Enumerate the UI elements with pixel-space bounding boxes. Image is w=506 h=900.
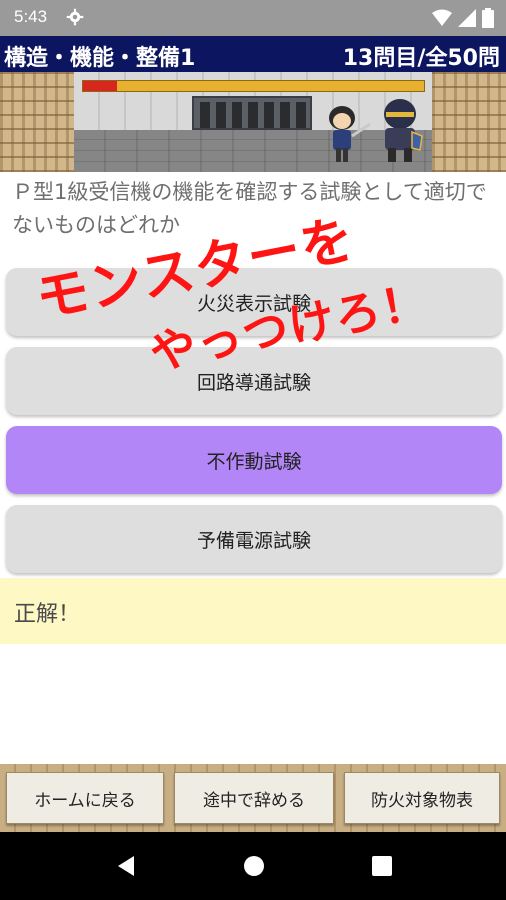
status-time: 5:43 bbox=[14, 7, 48, 26]
status-bar: 5:43 bbox=[0, 0, 506, 36]
question-text: Ｐ型1級受信機の機能を確認する試験として適切でないものはどれか bbox=[12, 180, 487, 237]
quiz-header: 構造・機能・整備1 13問目/全50問 bbox=[0, 36, 506, 72]
monster-hp-fill bbox=[83, 81, 118, 91]
result-panel: 正解！ bbox=[0, 578, 506, 644]
battle-scene bbox=[0, 72, 506, 172]
choice-2-button[interactable]: 回路導通試験 bbox=[6, 347, 502, 415]
wifi-icon bbox=[432, 9, 452, 26]
monster-hp-bar bbox=[82, 80, 425, 92]
choice-3-button[interactable]: 不作動試験 bbox=[6, 426, 502, 494]
category-title: 構造・機能・整備1 bbox=[4, 46, 196, 71]
hieroglyph-wall-right bbox=[432, 72, 506, 172]
hero-character-icon bbox=[329, 106, 371, 162]
choice-1-button[interactable]: 火災表示試験 bbox=[6, 268, 502, 336]
app-screen: 5:43 構造・機能・整備1 13問目/全50問 Ｐ型1級受信機の機能を確認する… bbox=[0, 0, 506, 900]
monster-knight-icon bbox=[384, 99, 423, 162]
result-text: 正解！ bbox=[14, 602, 81, 627]
system-nav-bar bbox=[0, 832, 506, 900]
question-progress: 13問目/全50問 bbox=[342, 46, 500, 71]
settings-gear-icon bbox=[66, 8, 84, 26]
choice-4-button[interactable]: 予備電源試験 bbox=[6, 505, 502, 573]
status-indicators bbox=[432, 8, 494, 28]
dungeon-gate bbox=[192, 96, 312, 130]
home-circle-icon[interactable] bbox=[242, 854, 266, 878]
home-button[interactable]: ホームに戻る bbox=[6, 772, 164, 824]
signal-icon bbox=[458, 9, 476, 27]
hieroglyph-wall-left bbox=[0, 72, 74, 172]
back-icon[interactable] bbox=[114, 854, 138, 878]
quit-button[interactable]: 途中で辞める bbox=[174, 772, 334, 824]
bottom-toolbar: ホームに戻る 途中で辞める 防火対象物表 bbox=[0, 764, 506, 832]
battery-icon bbox=[482, 8, 494, 28]
recents-icon[interactable] bbox=[370, 854, 394, 878]
fire-target-table-button[interactable]: 防火対象物表 bbox=[344, 772, 500, 824]
